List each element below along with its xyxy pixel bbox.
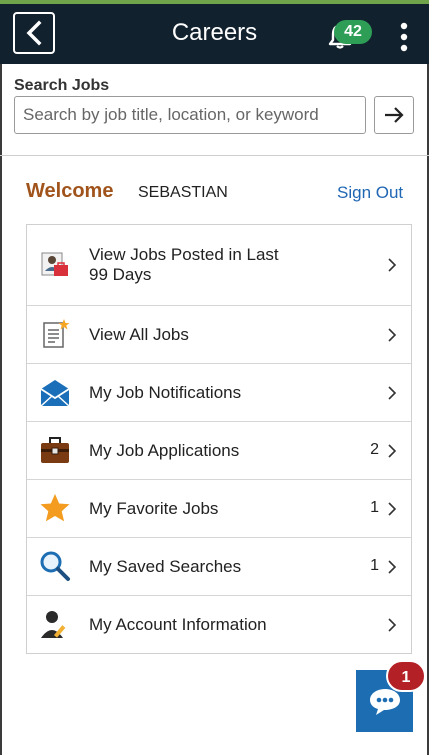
menu-item-count: 1 bbox=[370, 499, 379, 516]
chevron-right-icon bbox=[388, 386, 397, 400]
section-divider bbox=[0, 155, 429, 156]
menu-item-label-line2: 99 Days bbox=[89, 265, 152, 284]
chevron-right-icon bbox=[388, 258, 397, 272]
welcome-heading: Welcome bbox=[26, 180, 114, 202]
chevron-right-icon bbox=[388, 618, 397, 632]
chevron-right-icon bbox=[388, 444, 397, 458]
briefcase-icon bbox=[41, 437, 69, 463]
chevron-right-icon bbox=[388, 560, 397, 574]
menu-item-all-jobs[interactable]: View All Jobs bbox=[27, 305, 411, 363]
chevron-right-icon bbox=[388, 328, 397, 342]
search-input[interactable] bbox=[14, 96, 366, 134]
document-list-icon bbox=[43, 319, 70, 348]
menu-item-count: 1 bbox=[370, 557, 379, 574]
menu-item-label: My Saved Searches bbox=[89, 557, 242, 576]
arrow-right-icon bbox=[385, 107, 404, 123]
menu-item-count: 2 bbox=[370, 441, 379, 458]
menu-item-label: My Account Information bbox=[89, 615, 267, 634]
menu-item-label: My Favorite Jobs bbox=[89, 499, 219, 518]
menu-item-label: My Job Notifications bbox=[89, 383, 242, 402]
menu-item-job-notifications[interactable]: My Job Notifications bbox=[27, 363, 411, 421]
menu-item-recent-jobs[interactable]: View Jobs Posted in Last 99 Days bbox=[27, 225, 411, 305]
magnifier-icon bbox=[40, 551, 70, 581]
menu-item-job-applications[interactable]: My Job Applications 2 bbox=[27, 421, 411, 479]
chat-badge: 1 bbox=[386, 660, 426, 692]
menu-item-account-information[interactable]: My Account Information bbox=[27, 595, 411, 653]
sign-out-link[interactable]: Sign Out bbox=[337, 183, 403, 203]
chevron-right-icon bbox=[388, 502, 397, 516]
menu-item-label: My Job Applications bbox=[89, 441, 240, 460]
career-menu-list: View Jobs Posted in Last 99 Days View Al… bbox=[26, 224, 412, 654]
menu-item-label: View Jobs Posted in Last 99 Days bbox=[89, 245, 279, 285]
menu-item-saved-searches[interactable]: My Saved Searches 1 bbox=[27, 537, 411, 595]
user-name: SEBASTIAN bbox=[138, 184, 228, 201]
user-edit-icon bbox=[41, 611, 66, 638]
menu-item-favorite-jobs[interactable]: My Favorite Jobs 1 bbox=[27, 479, 411, 537]
envelope-icon bbox=[40, 380, 70, 407]
more-options-icon[interactable] bbox=[396, 21, 412, 53]
search-submit-button[interactable] bbox=[374, 96, 414, 134]
menu-item-label-line1: View Jobs Posted in Last bbox=[89, 245, 279, 264]
menu-item-label: View All Jobs bbox=[89, 325, 189, 344]
star-icon bbox=[40, 494, 70, 522]
notification-count-badge[interactable]: 42 bbox=[334, 20, 372, 44]
recent-jobs-icon bbox=[41, 252, 68, 276]
search-label: Search Jobs bbox=[14, 77, 110, 94]
app-header: Careers 42 bbox=[0, 0, 429, 64]
